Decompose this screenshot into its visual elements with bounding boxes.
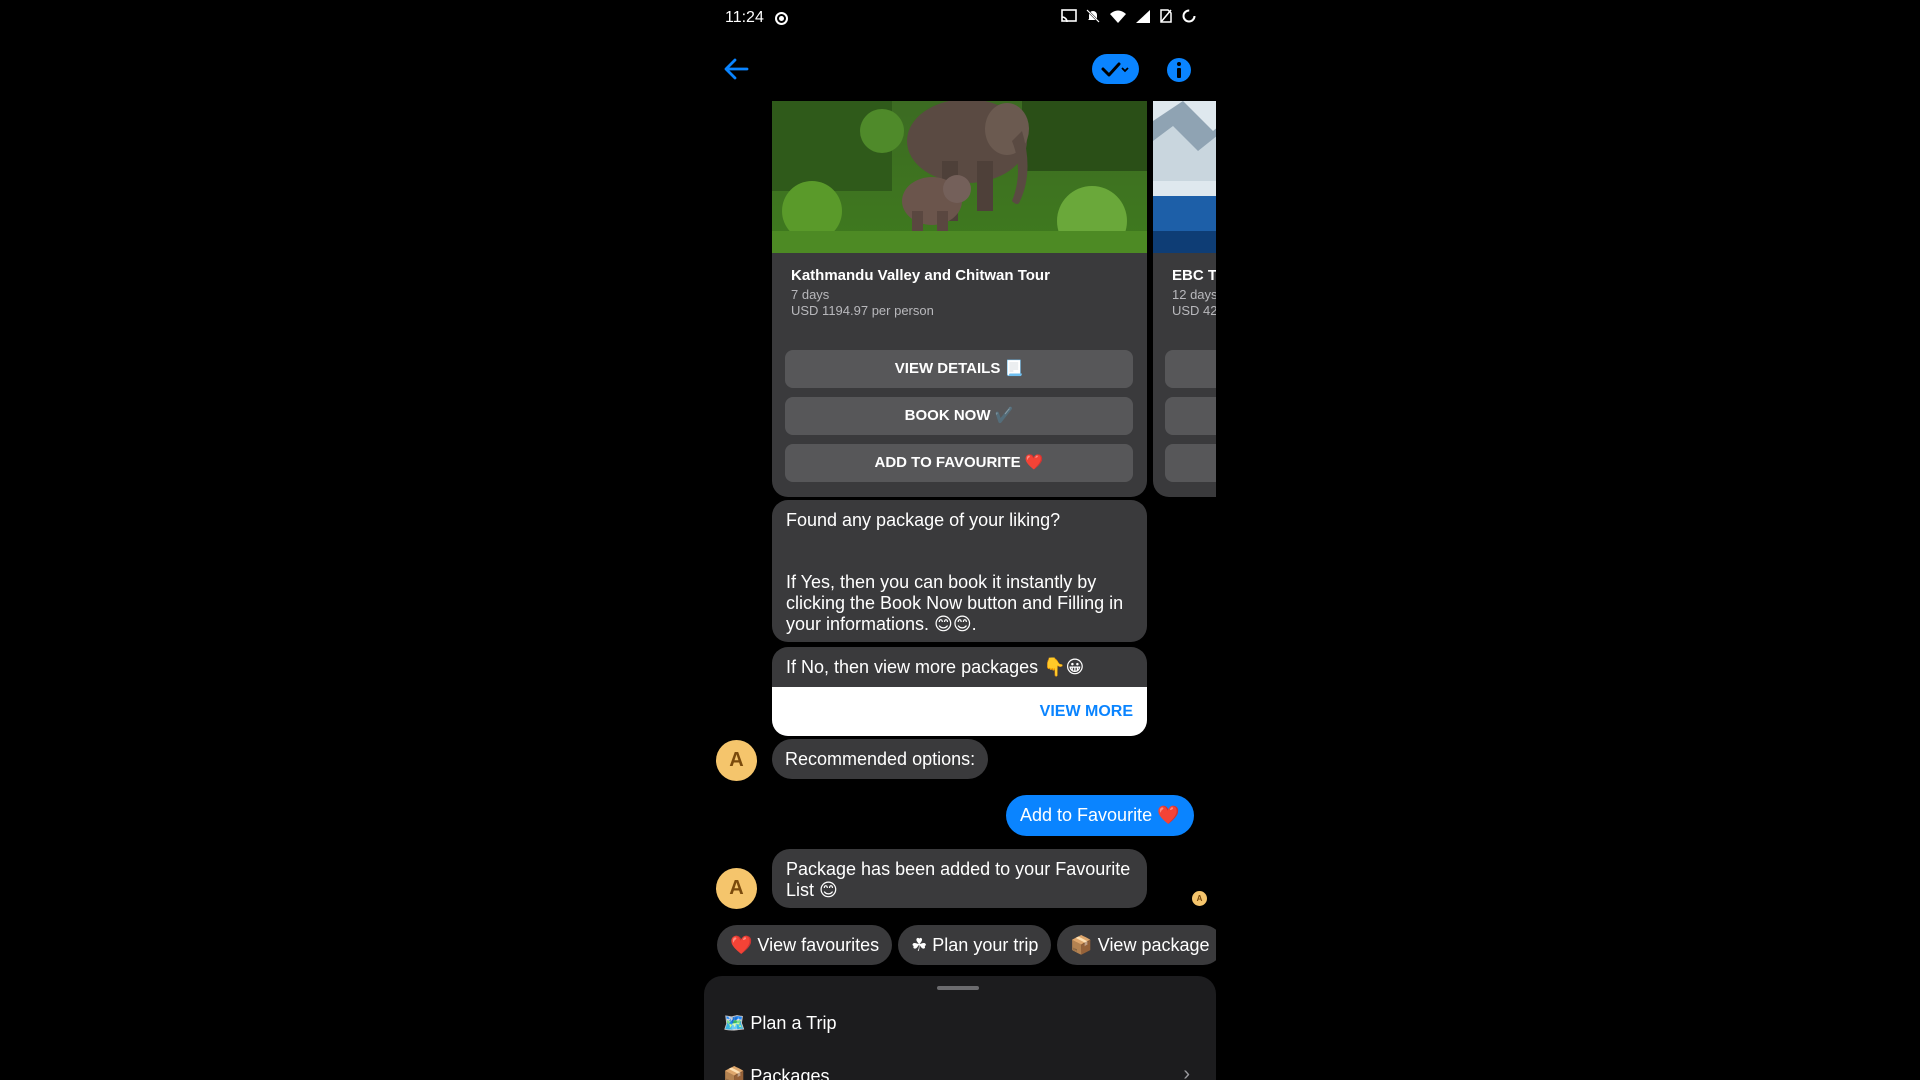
no-sim-icon [1160,9,1172,23]
package-image-elephants[interactable] [772,101,1147,253]
message-text: Found any package of your liking? [786,510,1061,530]
quick-replies: ❤️ View favourites ☘ Plan your trip 📦 View… [717,925,1216,967]
quick-reply-plan-your-trip[interactable]: ☘ Plan your trip [898,925,1052,965]
chevron-right-icon: › [1183,1063,1190,1080]
back-arrow-icon[interactable] [722,55,750,83]
view-more-button[interactable]: VIEW MORE [772,687,1147,736]
menu-item-plan-a-trip[interactable]: 🗺️ Plan a Trip [723,1013,836,1034]
wifi-icon [1110,10,1127,23]
user-message: Add to Favourite ❤️ [1006,795,1194,836]
quick-reply-view-packages[interactable]: 📦 View package [1057,925,1216,965]
package-price: USD 42 [1172,303,1216,318]
package-card: Kathmandu Valley and Chitwan Tour 7 days… [772,101,1147,497]
status-bar: 11:24 [704,0,1216,38]
bot-message: Found any package of your liking? If Yes… [772,500,1147,642]
book-now-button[interactable] [1165,397,1216,435]
signal-icon [1136,10,1151,23]
package-duration: 12 days [1172,287,1216,302]
add-to-favourite-button[interactable]: ADD TO FAVOURITE ❤️ [785,444,1133,482]
status-time: 11:24 [725,9,764,26]
mark-done-button[interactable] [1092,54,1139,84]
add-to-favourite-button[interactable] [1165,444,1216,482]
package-card: EBC Tr 12 days USD 42 [1153,101,1216,497]
package-duration: 7 days [791,287,830,302]
bot-avatar: A [716,740,757,781]
package-title: Kathmandu Valley and Chitwan Tour [791,267,1050,284]
drag-handle[interactable] [937,986,979,990]
package-title: EBC Tr [1172,267,1216,284]
bot-message: Recommended options: [772,739,989,779]
mute-icon [1086,9,1101,23]
info-icon[interactable] [1166,57,1192,83]
bot-message: Package has been added to your Favourite… [772,849,1147,908]
quick-reply-view-favourites[interactable]: ❤️ View favourites [717,925,893,965]
read-receipt-avatar: A [1192,891,1207,906]
persistent-menu: 🗺️ Plan a Trip 📦 Packages › [704,976,1216,1080]
messenger-screen: 11:24 Kathmandu Valley and Chitwan Tour … [704,0,1216,1080]
book-now-button[interactable]: BOOK NOW ✔️ [785,397,1133,435]
checkmark-dropdown-icon [1101,62,1129,77]
battery-icon [1182,9,1196,23]
message-text: If No, then view more packages 👇😀 [786,657,1085,677]
cast-icon [1060,9,1077,23]
bot-message-with-button: If No, then view more packages 👇😀 VIEW M… [772,647,1147,736]
screen-record-icon [775,12,788,25]
message-text: If Yes, then you can book it instantly b… [786,572,1124,634]
status-icons [1060,9,1196,26]
view-details-button[interactable] [1165,350,1216,388]
menu-item-packages[interactable]: 📦 Packages [723,1066,829,1080]
view-details-button[interactable]: VIEW DETAILS 📃 [785,350,1133,388]
package-price: USD 1194.97 per person [791,303,934,318]
package-image-ebc[interactable] [1153,101,1216,253]
bot-avatar: A [716,868,757,909]
